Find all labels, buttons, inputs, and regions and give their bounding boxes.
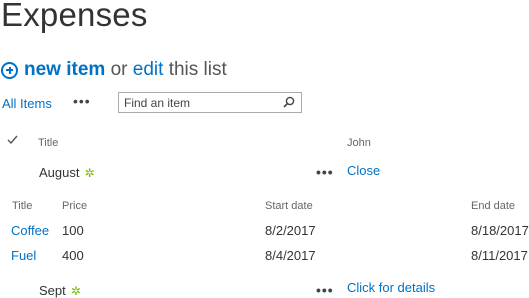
subtable-header-start-date: Start date <box>265 200 313 212</box>
group-row-august[interactable]: August ✲ <box>39 165 95 180</box>
new-item-link[interactable]: new item <box>24 59 105 81</box>
table-row-price: 100 <box>62 223 84 238</box>
search-input[interactable] <box>119 95 274 110</box>
column-header-john[interactable]: John <box>347 137 371 149</box>
group-label[interactable]: August <box>39 165 79 180</box>
new-item-icon: ✲ <box>70 283 81 298</box>
table-row-start-date: 8/2/2017 <box>265 223 316 238</box>
edit-link[interactable]: edit <box>133 59 164 81</box>
subtable-header-price: Price <box>62 200 88 212</box>
new-item-icon: ✲ <box>84 165 95 180</box>
table-row-title-link[interactable]: Fuel <box>11 248 36 263</box>
subtable-header-title: Title <box>12 200 33 212</box>
view-all-items[interactable]: All Items <box>2 96 52 111</box>
table-row-end-date: 8/11/2017 <box>471 248 528 263</box>
page-title: Expenses <box>1 0 148 33</box>
table-row-start-date: 8/4/2017 <box>265 248 316 263</box>
group-more-button[interactable]: ••• <box>316 282 334 298</box>
or-text: or <box>110 59 128 80</box>
group-label[interactable]: Sept <box>39 283 66 298</box>
table-row-price: 400 <box>62 248 84 263</box>
this-list-text: this list <box>168 59 227 80</box>
group-more-button[interactable]: ••• <box>316 164 334 180</box>
checkmark-icon[interactable] <box>7 135 18 145</box>
search-box[interactable] <box>118 92 302 113</box>
plus-circle-icon[interactable] <box>1 61 18 79</box>
command-bar: new item or edit this list <box>1 59 227 81</box>
table-row-title-link[interactable]: Coffee <box>11 223 49 238</box>
table-row-end-date: 8/18/2017 <box>471 223 529 238</box>
view-more-button[interactable]: ••• <box>73 93 91 109</box>
search-icon[interactable] <box>283 96 295 108</box>
group-link-click-for-details[interactable]: Click for details <box>347 280 435 295</box>
group-link-close[interactable]: Close <box>347 163 380 178</box>
column-header-title[interactable]: Title <box>38 137 58 149</box>
group-row-sept[interactable]: Sept ✲ <box>39 283 81 298</box>
subtable-header-end-date: End date <box>471 200 516 212</box>
